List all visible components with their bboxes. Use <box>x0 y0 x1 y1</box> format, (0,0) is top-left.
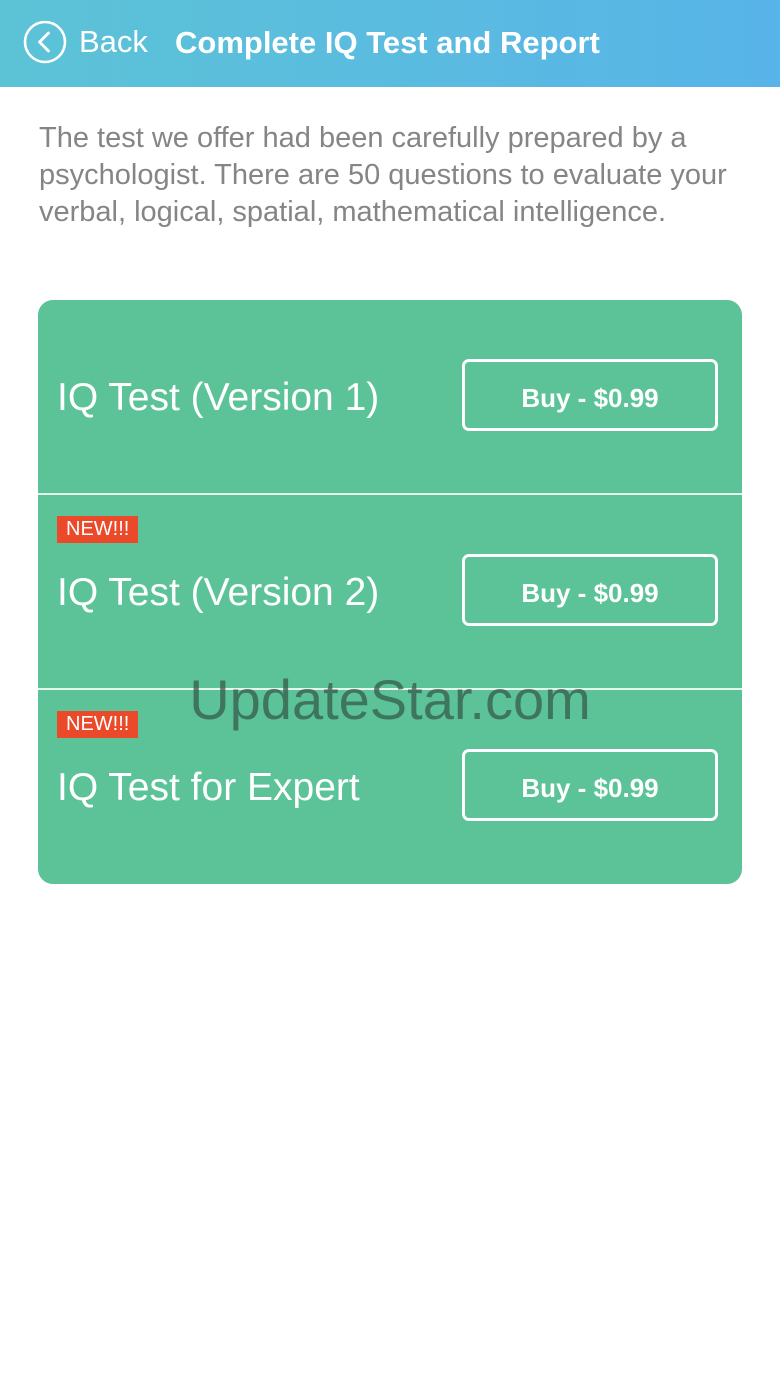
back-label: Back <box>79 24 148 59</box>
buy-button-expert[interactable]: Buy - $0.99 <box>462 749 718 821</box>
product-title: IQ Test (Version 1) <box>57 376 380 419</box>
new-badge: NEW!!! <box>57 711 139 738</box>
buy-button-version-2[interactable]: Buy - $0.99 <box>462 554 718 626</box>
back-button[interactable]: Back <box>23 20 148 64</box>
page-title: Complete IQ Test and Report <box>175 25 600 60</box>
intro-text: The test we offer had been carefully pre… <box>39 122 727 228</box>
product-title: IQ Test for Expert <box>57 766 360 809</box>
chevron-left-circle-icon <box>23 20 67 64</box>
product-row-version-2: NEW!!! IQ Test (Version 2) Buy - $0.99 <box>38 495 742 690</box>
buy-button-version-1[interactable]: Buy - $0.99 <box>462 359 718 431</box>
navigation-bar: Back Complete IQ Test and Report <box>0 0 780 87</box>
product-row-expert: NEW!!! IQ Test for Expert Buy - $0.99 <box>38 690 742 884</box>
new-badge: NEW!!! <box>57 516 139 543</box>
product-list: IQ Test (Version 1) Buy - $0.99 NEW!!! I… <box>38 300 742 884</box>
product-title: IQ Test (Version 2) <box>57 571 380 614</box>
product-row-version-1: IQ Test (Version 1) Buy - $0.99 <box>38 300 742 495</box>
